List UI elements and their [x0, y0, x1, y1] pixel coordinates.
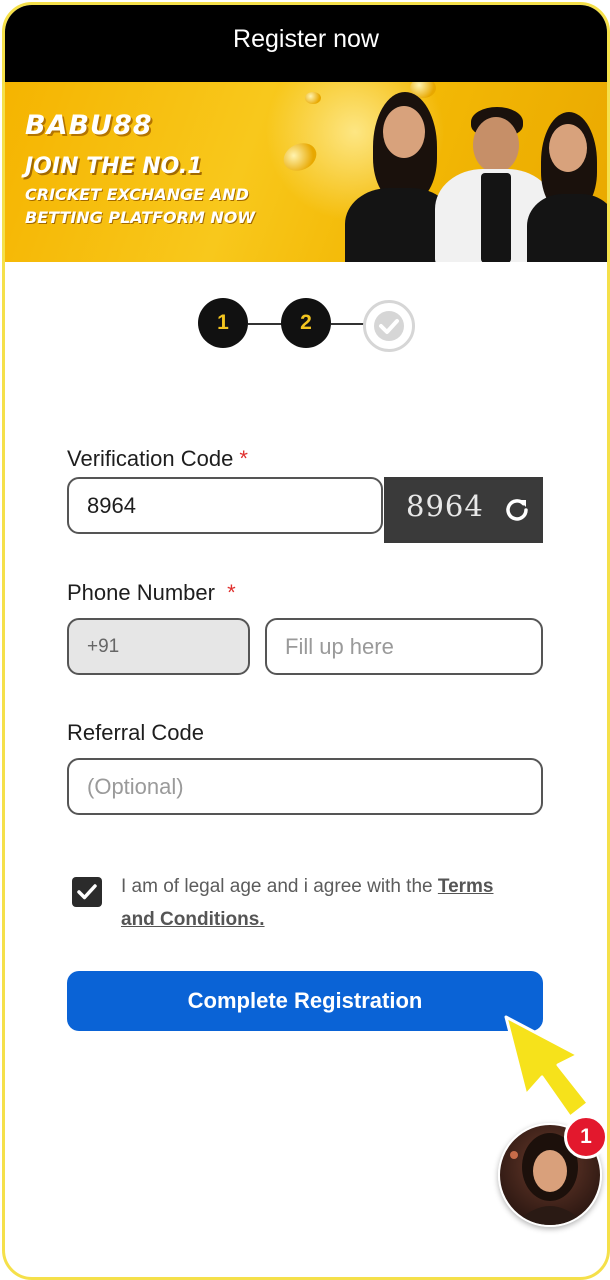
country-code-field — [67, 618, 250, 675]
required-mark: * — [239, 446, 248, 471]
verification-code-input[interactable] — [67, 477, 383, 534]
captcha-box: 8964 — [384, 477, 543, 543]
chat-notification-badge: 1 — [564, 1115, 607, 1159]
step-2: 2 — [281, 298, 331, 348]
step-3-check-icon — [363, 300, 415, 352]
promo-banner[interactable]: BABU88 JOIN THE NO.1 CRICKET EXCHANGE AN… — [5, 82, 607, 262]
step-1: 1 — [198, 298, 248, 348]
pointer-arrow-icon — [504, 1015, 590, 1119]
required-mark: * — [227, 580, 236, 605]
checkmark-icon — [77, 884, 97, 900]
banner-headline: JOIN THE NO.1 — [25, 154, 203, 179]
banner-subline-1: CRICKET EXCHANGE AND — [25, 185, 249, 204]
phone-number-input[interactable] — [265, 618, 543, 675]
page-header: Register now — [5, 5, 607, 82]
page-title: Register now — [233, 25, 379, 53]
step-connector — [248, 323, 283, 325]
coin-decoration — [305, 92, 321, 104]
verification-code-label: Verification Code * — [67, 446, 248, 471]
phone-number-label: Phone Number * — [67, 580, 236, 605]
agreement-text: I am of legal age and i agree with the T… — [121, 876, 494, 930]
referral-code-label: Referral Code — [67, 720, 204, 745]
progress-stepper: 1 2 — [5, 298, 607, 352]
captcha-text: 8964 — [406, 489, 484, 523]
banner-subline-2: BETTING PLATFORM NOW — [25, 208, 256, 227]
refresh-icon[interactable] — [502, 495, 532, 525]
brand-logo: BABU88 — [25, 110, 153, 141]
model-image-right — [517, 112, 607, 262]
registration-panel: Register now BABU88 JOIN THE NO.1 CRICKE… — [2, 2, 610, 1280]
referral-code-input[interactable] — [67, 758, 543, 815]
step-connector — [331, 323, 364, 325]
complete-registration-button[interactable]: Complete Registration — [67, 971, 543, 1031]
agreement-checkbox[interactable] — [72, 877, 102, 907]
